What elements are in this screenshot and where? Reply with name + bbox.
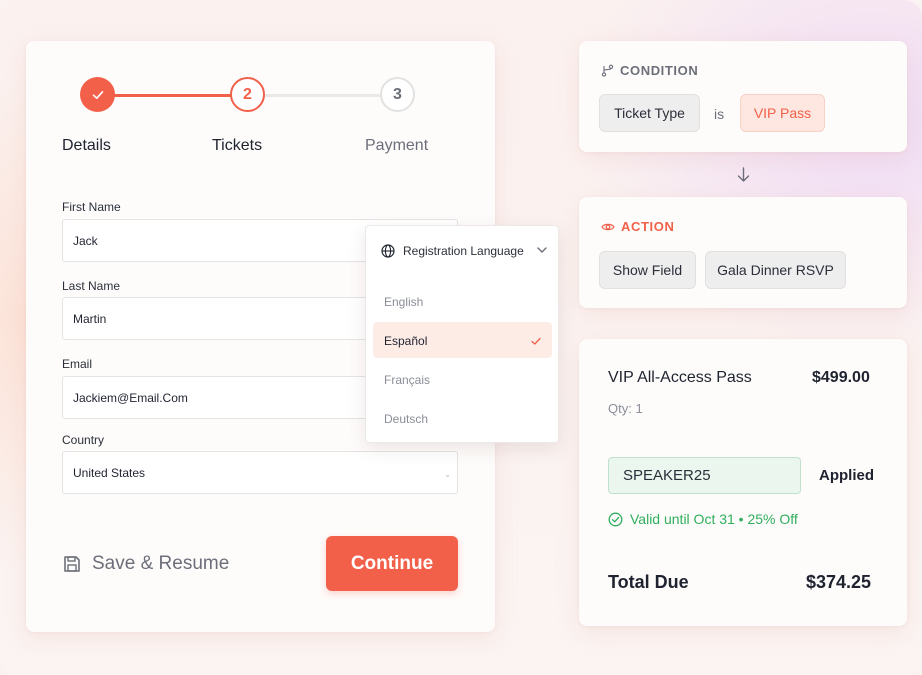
step-number: 3 [393, 85, 402, 103]
condition-value-label: VIP Pass [753, 105, 812, 121]
condition-field-label: Ticket Type [614, 105, 685, 121]
action-title: ACTION [621, 219, 675, 234]
condition-field-chip[interactable]: Ticket Type [599, 94, 700, 132]
step-number: 2 [243, 85, 252, 103]
stepper-line-completed [98, 94, 248, 97]
promo-code-field[interactable]: SPEAKER25 [608, 457, 801, 494]
ticket-price: $499.00 [812, 369, 870, 386]
language-option-espanol: Español [384, 334, 428, 348]
condition-value-chip[interactable]: VIP Pass [740, 94, 825, 132]
action-verb-chip[interactable]: Show Field [599, 251, 696, 289]
language-option-deutsch[interactable]: Deutsch [384, 412, 428, 426]
country-value: United States [73, 465, 146, 480]
language-option-francais[interactable]: Français [384, 373, 430, 387]
dropdown-title: Registration Language [403, 244, 524, 258]
dropdown-header[interactable]: Registration Language [381, 244, 524, 258]
step-details-label: Details [62, 137, 111, 154]
promo-code-value: SPEAKER25 [623, 467, 711, 484]
condition-header: CONDITION [601, 63, 698, 78]
language-option-espanol-highlight[interactable]: Español [373, 322, 552, 358]
condition-card: CONDITION Ticket Type is VIP Pass [579, 41, 907, 152]
promo-validity: Valid until Oct 31 • 25% Off [608, 511, 798, 527]
save-icon [64, 556, 80, 572]
globe-icon [381, 244, 395, 258]
chevron-down-icon[interactable] [536, 244, 548, 256]
country-select[interactable]: United States ⌄ [62, 451, 458, 494]
action-target-chip[interactable]: Gala Dinner RSVP [705, 251, 846, 289]
ticket-name: VIP All-Access Pass [608, 369, 752, 386]
branch-icon [601, 64, 614, 77]
first-name-label: First Name [62, 200, 121, 214]
condition-operator: is [714, 106, 725, 122]
language-option-english[interactable]: English [384, 295, 423, 309]
email-value: Jackiem@Email.Com [73, 390, 188, 405]
check-icon [531, 337, 541, 345]
save-resume-button[interactable]: Save & Resume [62, 548, 229, 580]
continue-label: Continue [350, 552, 434, 574]
step-tickets-circle[interactable]: 2 [230, 77, 265, 112]
last-name-value: Martin [73, 311, 107, 326]
step-tickets-label: Tickets [212, 137, 263, 154]
ticket-quantity: Qty: 1 [608, 401, 643, 416]
condition-title: CONDITION [620, 63, 699, 78]
action-target-label: Gala Dinner RSVP [717, 262, 834, 278]
action-card: ACTION Show Field Gala Dinner RSVP [579, 197, 907, 308]
check-icon [92, 90, 103, 99]
continue-button[interactable]: Continue [326, 536, 458, 591]
save-resume-label: Save & Resume [92, 553, 230, 574]
first-name-value: Jack [73, 233, 98, 248]
action-verb-label: Show Field [612, 262, 683, 278]
registration-language-dropdown: Registration Language English Español Fr… [365, 225, 559, 443]
promo-validity-text: Valid until Oct 31 • 25% Off [630, 511, 798, 527]
stepper-line-pending [248, 94, 398, 97]
check-circle-icon [608, 512, 623, 526]
last-name-label: Last Name [62, 279, 121, 293]
promo-status: Applied [819, 467, 874, 484]
action-header: ACTION [601, 219, 674, 234]
step-payment-circle[interactable]: 3 [380, 77, 415, 112]
select-caret-icon: ⌄ [444, 470, 451, 479]
total-label: Total Due [608, 572, 689, 592]
step-details-circle[interactable] [80, 77, 115, 112]
total-value: $374.25 [806, 572, 872, 592]
eye-icon [601, 223, 615, 230]
email-label: Email [62, 357, 93, 371]
step-payment-label: Payment [365, 137, 429, 154]
country-label: Country [62, 433, 105, 447]
arrow-down-icon [737, 167, 750, 182]
